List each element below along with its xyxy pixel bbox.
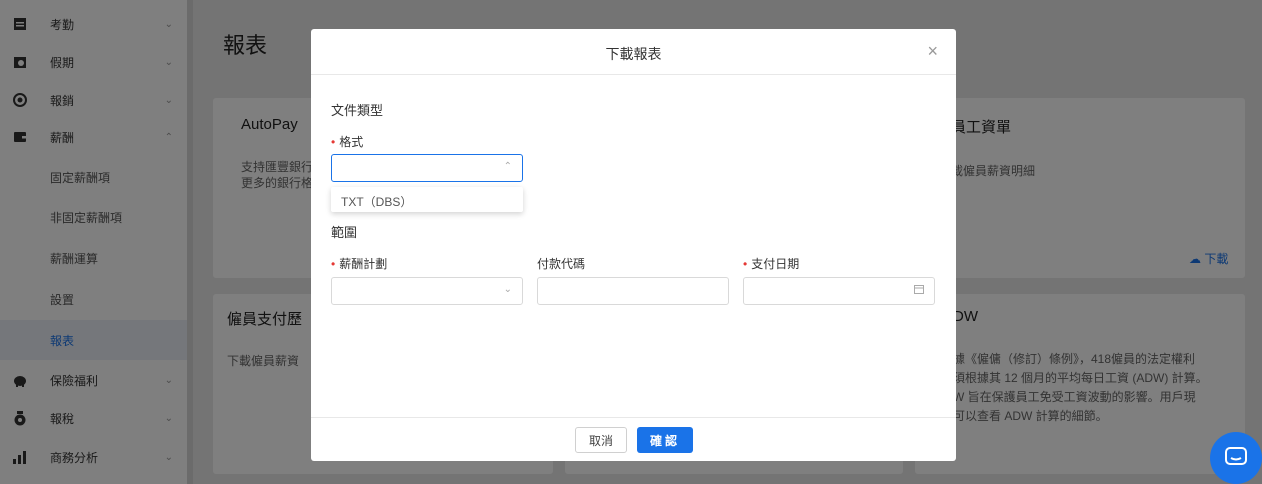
required-marker: • bbox=[331, 135, 336, 149]
modal-title: 下載報表 bbox=[605, 46, 662, 62]
confirm-button[interactable]: 確認 bbox=[637, 427, 693, 453]
payment-date-label: • 支付日期 bbox=[743, 255, 799, 272]
payment-date-label-text: 支付日期 bbox=[751, 257, 800, 271]
required-marker: • bbox=[331, 257, 336, 271]
range-heading: 範圍 bbox=[331, 225, 358, 240]
payment-code-input[interactable] bbox=[537, 277, 729, 305]
format-label: • 格式 bbox=[331, 133, 363, 150]
chevron-down-icon: ⌄ bbox=[503, 284, 512, 295]
document-type-heading: 文件類型 bbox=[331, 103, 384, 118]
payroll-plan-label: • 薪酬計劃 bbox=[331, 255, 387, 272]
chevron-up-icon: ⌃ bbox=[503, 161, 512, 172]
modal-header: 下載報表 × bbox=[311, 29, 956, 75]
cancel-button[interactable]: 取消 bbox=[575, 427, 627, 453]
payment-date-picker[interactable] bbox=[743, 277, 935, 305]
format-label-text: 格式 bbox=[339, 135, 364, 149]
payment-code-label: 付款代碼 bbox=[537, 257, 586, 271]
required-marker: • bbox=[743, 257, 748, 271]
payroll-plan-select[interactable]: ⌄ bbox=[331, 277, 523, 305]
format-select[interactable]: ⌃ bbox=[331, 154, 523, 182]
close-icon[interactable]: × bbox=[927, 41, 938, 61]
payroll-plan-label-text: 薪酬計劃 bbox=[339, 257, 388, 271]
modal-footer: 取消 確認 bbox=[311, 417, 956, 461]
chat-support-button[interactable] bbox=[1210, 432, 1262, 484]
download-report-dialog: 下載報表 × 文件類型 • 格式 ⌃ TXT（DBS） 範圍 • 薪酬計劃 ⌄ 付款… bbox=[311, 29, 956, 461]
format-dropdown: TXT（DBS） bbox=[331, 187, 523, 212]
format-option-txt-dbs[interactable]: TXT（DBS） bbox=[341, 193, 412, 210]
chat-icon bbox=[1225, 446, 1247, 470]
calendar-icon bbox=[914, 284, 924, 297]
